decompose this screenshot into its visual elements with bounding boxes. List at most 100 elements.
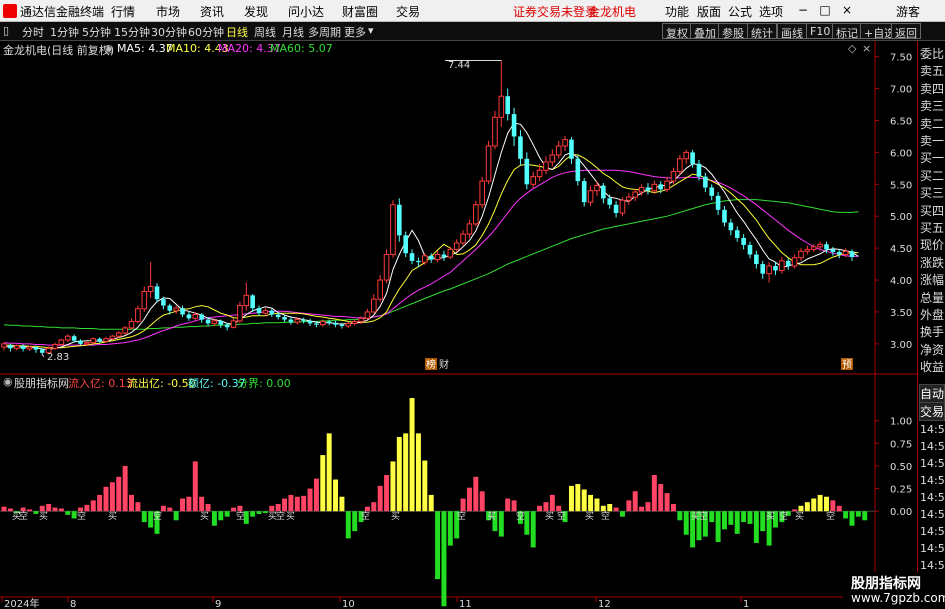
tab-15min[interactable]: 15分钟 xyxy=(114,24,150,40)
candle-body xyxy=(192,313,199,319)
candle-body xyxy=(71,336,77,341)
menu-ask-assistant[interactable]: 问小达 xyxy=(288,3,324,20)
watermark-url: www.7gpzb.com xyxy=(851,591,945,605)
legend-toggle-icon[interactable]: ◉ xyxy=(104,42,114,55)
app-title: 通达信金融终端 xyxy=(20,5,105,19)
price-tick-label: 7.00 xyxy=(890,85,912,96)
indicator-bar xyxy=(715,511,721,543)
indicator-bar xyxy=(173,511,179,521)
candle-body xyxy=(747,244,753,255)
drawing-button[interactable]: 画线 xyxy=(777,23,807,40)
maximize-icon[interactable]: □ xyxy=(816,3,834,17)
menu-function[interactable]: 功能 xyxy=(665,3,689,20)
tab-1min[interactable]: 1分钟 xyxy=(50,24,79,40)
candle-body xyxy=(224,324,230,328)
tab-monthly[interactable]: 月线 xyxy=(282,24,304,40)
candle-body xyxy=(428,255,434,260)
menu-wealth-circle[interactable]: 财富圈 xyxy=(342,3,378,20)
tick-time: 14:56 xyxy=(920,474,945,487)
indicator-toggle-icon[interactable]: ◉ xyxy=(3,375,13,388)
candle-body xyxy=(294,319,301,323)
stock-title[interactable]: 金龙机电(日线 前复权) xyxy=(3,42,114,58)
legend-outflow: 流出亿: -0.50 xyxy=(127,377,196,390)
finance-badge-label[interactable]: 财 xyxy=(439,358,449,371)
tab-intraday[interactable]: 分时 xyxy=(22,24,44,40)
mark-button[interactable]: 标记 xyxy=(832,23,862,40)
signal-buy-label: 买 xyxy=(766,511,775,522)
back-button[interactable]: 返回 xyxy=(891,23,921,40)
tab-more[interactable]: 更多 xyxy=(344,24,366,40)
menu-market[interactable]: 市场 xyxy=(156,3,180,20)
auto-refresh-button[interactable]: 自动 xyxy=(919,384,945,403)
quote-field-label: 净资 xyxy=(920,342,945,357)
kline-chart[interactable]: 7.50 7.00 6.50 6.00 5.50 5.00 4.50 4.00 3.50 3.00… xyxy=(0,41,917,609)
candle-body xyxy=(562,139,568,147)
tab-daily[interactable]: 日线 xyxy=(226,24,248,40)
candle-body xyxy=(269,310,275,315)
candle-body xyxy=(632,191,639,198)
menu-market-quotes[interactable]: 行情 xyxy=(111,3,135,20)
candle-body xyxy=(505,96,510,115)
statistics-button[interactable]: 统计 xyxy=(747,23,777,40)
signal-empty-label: 空 xyxy=(77,510,86,522)
candle-body xyxy=(830,249,836,252)
candle-body xyxy=(690,152,695,164)
candle-body xyxy=(397,204,402,236)
candle-body xyxy=(84,342,90,345)
ranking-badge-label: 榜 xyxy=(426,358,436,371)
indicator-bar xyxy=(543,502,549,512)
indicator-bar xyxy=(135,502,141,512)
more-dropdown-icon[interactable]: ▾ xyxy=(368,24,374,37)
candle-body xyxy=(358,317,364,323)
adjust-price-button[interactable]: 复权 xyxy=(662,23,692,40)
tick-time: 14:56 xyxy=(920,440,945,453)
guest-user[interactable]: 游客 xyxy=(896,3,920,20)
menu-layout[interactable]: 版面 xyxy=(697,3,721,20)
indicator-bar xyxy=(313,478,319,512)
menu-trade[interactable]: 交易 xyxy=(396,3,420,20)
quote-field-label: 卖三 xyxy=(920,99,945,114)
candle-body xyxy=(549,154,556,163)
candle-body xyxy=(728,222,734,231)
diamond-icon[interactable]: ◇ xyxy=(848,42,856,55)
candle-body xyxy=(722,209,727,223)
candle-body xyxy=(734,230,740,238)
tab-30min[interactable]: 30分钟 xyxy=(151,24,187,40)
time-tick-label: 2024年 xyxy=(4,597,39,609)
toolbar-toggle-icon[interactable]: ▯ xyxy=(3,24,9,37)
price-tick-label: 4.00 xyxy=(890,276,912,287)
candle-body xyxy=(141,291,148,310)
candle-body xyxy=(824,244,829,250)
tab-multi-period[interactable]: 多周期 xyxy=(308,24,341,40)
trade-button[interactable]: 交易 xyxy=(919,402,945,421)
indicator-title[interactable]: 股朋指标网 xyxy=(14,375,69,391)
tab-60min[interactable]: 60分钟 xyxy=(188,24,224,40)
tick-time: 14:56 xyxy=(920,542,945,555)
candle-body xyxy=(39,349,45,353)
candle-body xyxy=(364,311,371,319)
login-notice[interactable]: 证券交易未登录 xyxy=(513,3,597,20)
menu-formula[interactable]: 公式 xyxy=(728,3,752,20)
signal-buy-label: 买 xyxy=(795,511,804,522)
candle-body xyxy=(479,180,485,206)
menu-options[interactable]: 选项 xyxy=(759,3,783,20)
holdings-button[interactable]: 参股 xyxy=(718,23,748,40)
quote-field-label: 涨幅 xyxy=(920,273,945,288)
tab-5min[interactable]: 5分钟 xyxy=(82,24,111,40)
tab-weekly[interactable]: 周线 xyxy=(254,24,276,40)
indicator-bar xyxy=(645,502,651,512)
minimize-icon[interactable]: − xyxy=(794,3,812,17)
panel-close-icon[interactable]: × xyxy=(862,42,871,55)
menu-news[interactable]: 资讯 xyxy=(200,3,224,20)
quote-field-label: 委比 xyxy=(920,47,945,61)
menu-discover[interactable]: 发现 xyxy=(244,3,268,20)
f10-button[interactable]: F10 xyxy=(806,23,835,39)
close-icon[interactable]: × xyxy=(838,3,856,17)
legend-inflow: 流入亿: 0.13 xyxy=(68,377,133,390)
tick-time: 14:56 xyxy=(920,457,945,470)
signal-buy-label: 买 xyxy=(108,511,117,522)
indicator-bar xyxy=(180,498,186,512)
legend-ma60: MA60: 5.07 xyxy=(270,42,333,55)
indicator-bar xyxy=(479,491,485,512)
overlay-button[interactable]: 叠加 xyxy=(690,23,720,40)
